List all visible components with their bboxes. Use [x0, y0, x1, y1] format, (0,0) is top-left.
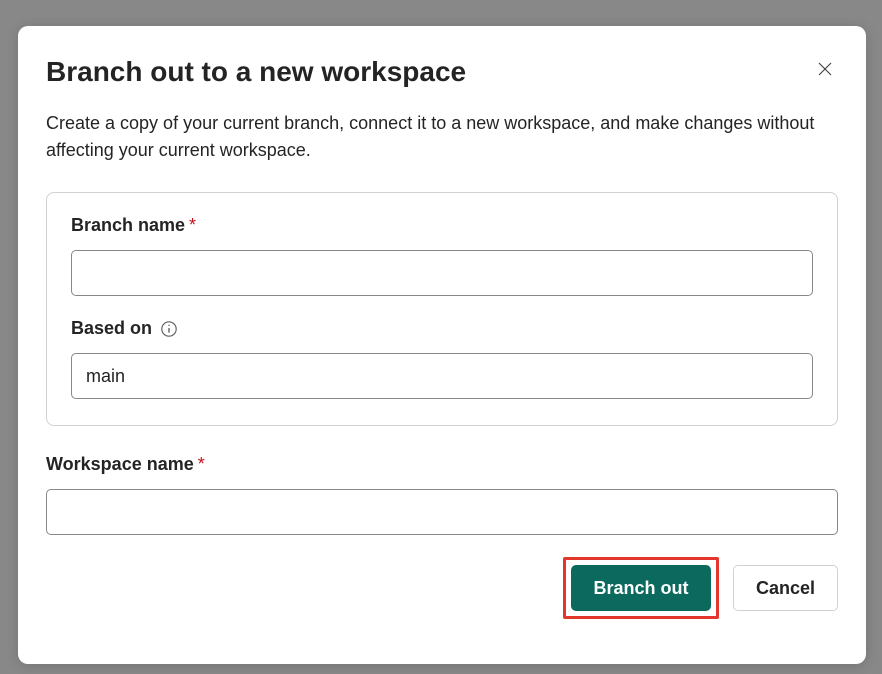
branch-out-button[interactable]: Branch out — [571, 565, 711, 611]
branch-name-input[interactable] — [71, 250, 813, 296]
branch-name-label: Branch name * — [71, 215, 813, 236]
workspace-name-label-text: Workspace name — [46, 454, 194, 475]
based-on-label-text: Based on — [71, 318, 152, 339]
branch-name-field: Branch name * — [71, 215, 813, 296]
close-button[interactable] — [812, 56, 838, 85]
info-icon[interactable] — [160, 320, 178, 338]
close-icon — [816, 60, 834, 81]
workspace-name-label: Workspace name * — [46, 454, 838, 475]
required-indicator: * — [198, 454, 205, 475]
primary-button-highlight: Branch out — [563, 557, 719, 619]
based-on-label: Based on — [71, 318, 813, 339]
dialog-actions: Branch out Cancel — [46, 557, 838, 619]
dialog-description: Create a copy of your current branch, co… — [46, 110, 838, 164]
workspace-name-field: Workspace name * — [46, 454, 838, 535]
dialog-title: Branch out to a new workspace — [46, 56, 466, 88]
branch-name-label-text: Branch name — [71, 215, 185, 236]
cancel-button[interactable]: Cancel — [733, 565, 838, 611]
dialog-header: Branch out to a new workspace — [46, 56, 838, 88]
based-on-field: Based on — [71, 318, 813, 399]
branch-out-dialog: Branch out to a new workspace Create a c… — [18, 26, 866, 664]
based-on-input[interactable] — [71, 353, 813, 399]
workspace-name-input[interactable] — [46, 489, 838, 535]
required-indicator: * — [189, 215, 196, 236]
branch-settings-card: Branch name * Based on — [46, 192, 838, 426]
